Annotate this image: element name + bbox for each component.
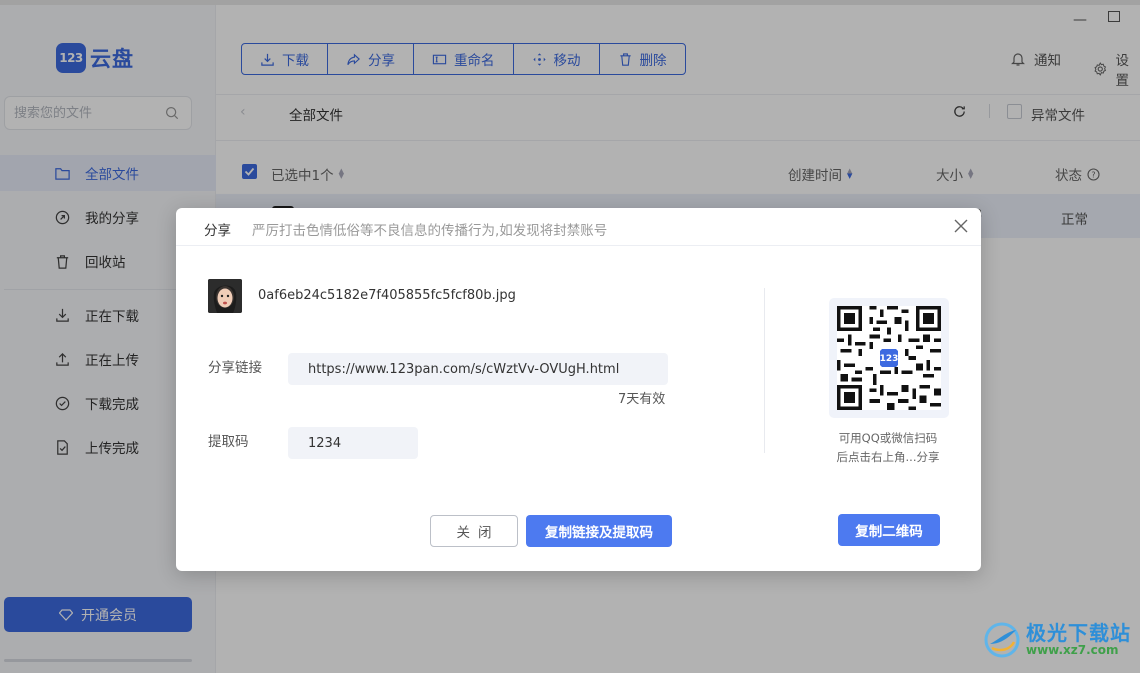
dialog-divider (764, 288, 765, 453)
share-link-field[interactable] (288, 353, 668, 385)
extract-code-label: 提取码 (208, 434, 249, 450)
copy-link-button[interactable]: 复制链接及提取码 (526, 515, 672, 547)
site-watermark: 极光下载站 www.xz7.com (982, 620, 1131, 660)
link-validity[interactable]: 7天有效 (618, 388, 665, 407)
file-name: 0af6eb24c5182e7f405855fc5fcf80b.jpg (258, 288, 516, 303)
qr-code: 123 (829, 298, 949, 418)
close-button[interactable]: 关闭 (430, 515, 518, 547)
watermark-url: www.xz7.com (1026, 643, 1119, 658)
dialog-header: 分享 严厉打击色情低俗等不良信息的传播行为,如发现将封禁账号 (176, 208, 981, 246)
close-icon[interactable] (953, 218, 969, 234)
watermark-logo-icon (984, 622, 1020, 658)
copy-qr-button[interactable]: 复制二维码 (838, 514, 940, 546)
extract-code-field[interactable] (288, 427, 418, 459)
qr-hint-line1: 可用QQ或微信扫码 (838, 431, 938, 445)
share-dialog: 分享 严厉打击色情低俗等不良信息的传播行为,如发现将封禁账号 0af6eb24c… (176, 208, 981, 571)
svg-text:123: 123 (880, 354, 899, 364)
share-link-label: 分享链接 (208, 360, 262, 376)
file-thumbnail (208, 279, 242, 313)
watermark-title: 极光下载站 (1026, 621, 1131, 646)
dialog-title: 分享 (204, 223, 231, 239)
portrait-image (208, 279, 242, 313)
qr-code-image: 123 (837, 306, 941, 410)
qr-hint-line2: 后点击右上角...分享 (836, 450, 940, 464)
dialog-warning: 严厉打击色情低俗等不良信息的传播行为,如发现将封禁账号 (252, 223, 608, 239)
